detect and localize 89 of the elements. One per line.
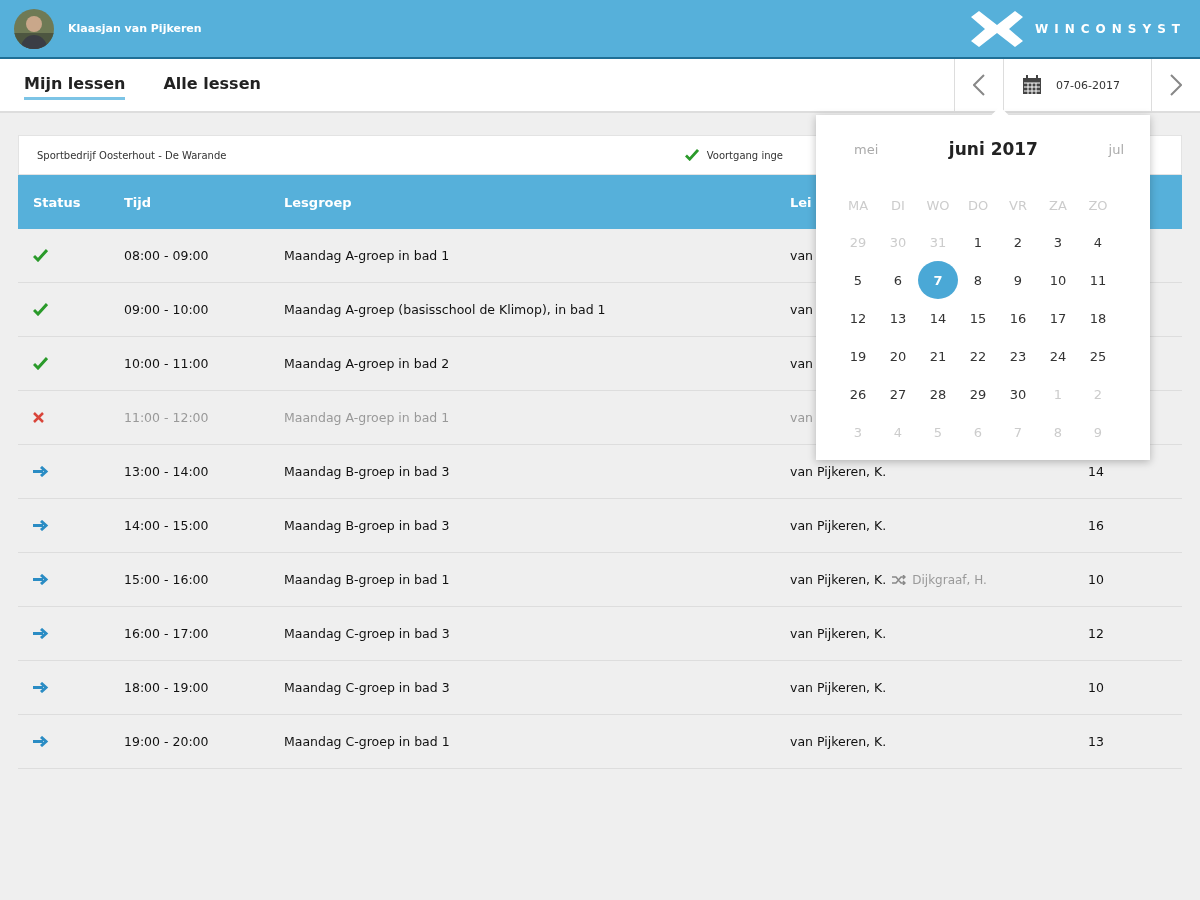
calendar-day[interactable]: 2 [998,223,1038,261]
arrow-right-icon [33,574,49,585]
progress-text: Voortgang inge [706,149,783,161]
count-cell: 14 [1088,464,1104,479]
calendar-day[interactable]: 16 [998,299,1038,337]
time-cell: 13:00 - 14:00 [124,464,209,479]
calendar-day[interactable]: 22 [958,337,998,375]
calendar-day[interactable]: 6 [878,261,918,299]
group-cell: Maandag A-groep (basisschool de Klimop), in bad 1 [284,302,606,317]
calendar-day[interactable]: 23 [998,337,1038,375]
leader-cell: van Pijkeren, K. [790,680,887,695]
group-cell: Maandag C-groep in bad 1 [284,734,450,749]
calendar-day[interactable]: 9 [998,261,1038,299]
location-text: Sportbedrijf Oosterhout - De Warande [37,149,227,161]
time-cell: 10:00 - 11:00 [124,356,209,371]
group-cell: Maandag C-groep in bad 3 [284,626,450,641]
substitute-text: Dijkgraaf, H. [912,571,987,589]
tab[interactable]: Alle lessen [163,70,261,100]
calendar-day[interactable]: 13 [878,299,918,337]
arrow-right-icon [33,520,49,531]
calendar-day[interactable]: 17 [1038,299,1078,337]
check-icon [33,249,48,262]
leader-cell: van Pijkeren, K. [790,626,887,641]
calendar-day[interactable]: 30 [998,375,1038,413]
chevron-left-icon [973,74,985,96]
calendar-day[interactable]: 19 [838,337,878,375]
time-cell: 16:00 - 17:00 [124,626,209,641]
arrow-right-icon [33,466,49,477]
calendar-day[interactable]: 27 [878,375,918,413]
count-cell: 10 [1088,572,1104,587]
arrow-right-icon [33,736,49,747]
calendar-day[interactable]: 1 [958,223,998,261]
arrow-right-icon [33,682,49,693]
arrow-right-icon [33,628,49,639]
logo-icon [971,10,1024,47]
calendar-day[interactable]: 21 [918,337,958,375]
calendar-day[interactable]: 8 [958,261,998,299]
leader-cell-text: van Pijkeren, K. [790,570,887,589]
calendar-icon [1022,75,1042,95]
check-icon [33,303,48,316]
time-cell: 11:00 - 12:00 [124,410,209,425]
leader-cell: van [790,356,813,371]
calendar-day[interactable]: 10 [1038,261,1078,299]
time-cell: 09:00 - 10:00 [124,302,209,317]
check-icon [684,149,699,161]
calendar-day[interactable]: 28 [918,375,958,413]
calendar-day[interactable]: 3 [1038,223,1078,261]
calendar-day[interactable]: 12 [838,299,878,337]
logo-text: WINCONSYST [1035,21,1186,36]
calendar-day[interactable]: 25 [1078,337,1118,375]
time-cell: 19:00 - 20:00 [124,734,209,749]
calendar-day[interactable]: 14 [918,299,958,337]
calendar-day[interactable]: 26 [838,375,878,413]
group-cell: Maandag C-groep in bad 3 [284,680,450,695]
group-cell: Maandag B-groep in bad 3 [284,464,450,479]
count-cell: 13 [1088,734,1104,749]
time-cell: 18:00 - 19:00 [124,680,209,695]
calendar-day[interactable]: 5 [838,261,878,299]
time-cell: 08:00 - 09:00 [124,248,209,263]
month-title: juni 2017 [948,139,1038,159]
group-cell: Maandag A-groep in bad 1 [284,410,450,425]
chevron-right-icon [1170,74,1182,96]
calendar-day[interactable]: 20 [878,337,918,375]
calendar-day[interactable]: 24 [1038,337,1078,375]
calendar-day[interactable]: 18 [1078,299,1118,337]
leader-cell: van [790,410,813,425]
group-cell: Maandag B-groep in bad 3 [284,518,450,533]
shuffle-icon [892,574,907,585]
calendar-day[interactable]: 4 [1078,223,1118,261]
leader-cell: van [790,248,813,263]
leader-cell: van Pijkeren, K. [790,734,887,749]
leader-cell: van Pijkeren, K. [790,518,887,533]
count-cell: 16 [1088,518,1104,533]
count-cell: 10 [1088,680,1104,695]
time-cell: 15:00 - 16:00 [124,572,209,587]
time-cell: 14:00 - 15:00 [124,518,209,533]
leader-cell: van Pijkeren, K. [790,464,887,479]
calendar-day[interactable]: 11 [1078,261,1118,299]
calendar-day[interactable]: 29 [958,375,998,413]
check-icon [33,357,48,370]
group-cell: Maandag A-groep in bad 2 [284,356,450,371]
user-name: Klaasjan van Pijkeren [68,22,202,35]
tab[interactable]: Mijn lessen [24,70,126,100]
group-cell: Maandag A-groep in bad 1 [284,248,450,263]
leader-cell: van [790,302,813,317]
cross-icon [33,412,44,423]
group-cell: Maandag B-groep in bad 1 [284,572,450,587]
count-cell: 12 [1088,626,1104,641]
calendar-day[interactable]: 15 [958,299,998,337]
